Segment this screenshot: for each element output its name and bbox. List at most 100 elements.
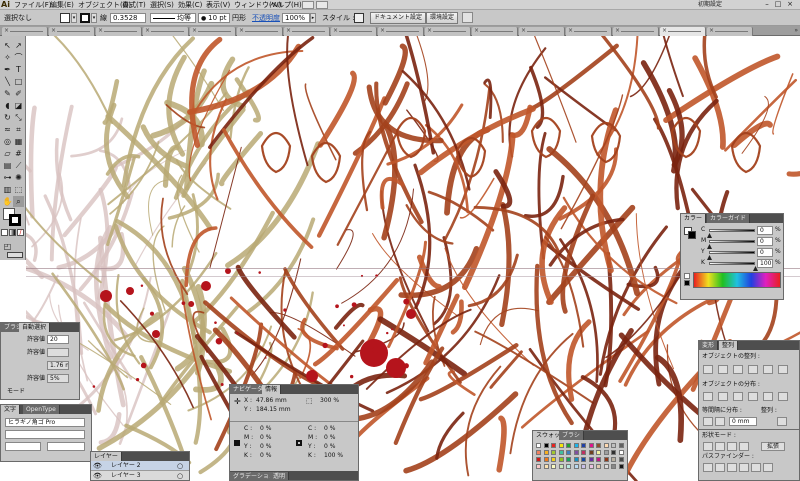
font-family-field[interactable]: ヒラギノ角ゴ Pro	[5, 418, 85, 427]
document-tab[interactable]: ×	[613, 27, 659, 36]
document-tab[interactable]: ×	[519, 27, 565, 36]
close-tab-icon[interactable]: ×	[239, 27, 244, 35]
document-tab[interactable]: ×	[331, 27, 377, 36]
eraser-tool-icon[interactable]: ◪	[13, 100, 24, 111]
tab-overflow-icon[interactable]: »	[794, 27, 798, 35]
target-icon[interactable]: ○	[177, 462, 183, 470]
color-swatch[interactable]	[603, 450, 609, 455]
screen-mode-icon[interactable]	[7, 252, 23, 258]
color-swatch[interactable]	[581, 443, 586, 448]
color-swatch[interactable]	[536, 450, 541, 455]
bridge-button[interactable]	[302, 1, 314, 9]
color-swatch[interactable]	[551, 450, 556, 455]
color-swatch[interactable]	[596, 443, 601, 448]
channel-y-field[interactable]: 0	[757, 248, 773, 257]
color-swatch[interactable]	[558, 443, 564, 448]
color-swatch[interactable]	[611, 450, 616, 455]
shape-builder-icon[interactable]: ◎	[2, 136, 13, 147]
unite-icon[interactable]	[703, 442, 713, 451]
outline-icon[interactable]	[751, 463, 761, 472]
target-icon[interactable]: ○	[177, 472, 183, 480]
color-swatch[interactable]	[543, 464, 549, 469]
tab-character[interactable]: 文字	[1, 405, 21, 414]
scale-tool-icon[interactable]: ⤡	[13, 112, 24, 123]
workspace-switcher[interactable]: 初期設定	[698, 0, 722, 10]
color-swatch[interactable]	[611, 457, 616, 462]
color-swatch[interactable]	[566, 457, 571, 462]
align-center-v-icon[interactable]	[763, 365, 773, 374]
tab-transparency[interactable]: 透明	[270, 472, 290, 480]
opacity-field[interactable]: 100%	[282, 13, 310, 23]
color-swatch[interactable]	[581, 457, 586, 462]
close-tab-icon[interactable]: ×	[192, 27, 197, 35]
color-swatch[interactable]	[618, 457, 624, 462]
color-swatch[interactable]	[551, 443, 556, 448]
document-tab[interactable]: ×	[96, 27, 142, 36]
arrange-icon[interactable]	[462, 12, 473, 23]
distribute-center-h-icon[interactable]	[763, 392, 773, 401]
close-tab-icon[interactable]: ×	[427, 27, 432, 35]
free-transform-icon[interactable]: ⌗	[13, 124, 24, 135]
document-setup-button[interactable]: ドキュメント設定	[370, 12, 427, 24]
variable-width-profile[interactable]: 均等	[150, 13, 196, 23]
close-tab-icon[interactable]: ×	[615, 27, 620, 35]
channel-m-field[interactable]: 0	[757, 237, 773, 246]
brush-tool-icon[interactable]: ✎	[2, 88, 13, 99]
color-swatch[interactable]	[611, 464, 616, 469]
mesh-tool-icon[interactable]: #	[13, 148, 24, 159]
exclude-icon[interactable]	[739, 442, 749, 451]
color-swatch[interactable]	[566, 443, 571, 448]
draw-mode-icon[interactable]: ◰	[2, 241, 13, 252]
color-swatch[interactable]	[558, 450, 564, 455]
color-swatch[interactable]	[566, 464, 571, 469]
tab-auto-select[interactable]: 自動選択	[19, 323, 51, 332]
direct-selection-icon[interactable]: ↗	[13, 40, 24, 51]
document-tab[interactable]: ×	[660, 27, 706, 36]
align-right-icon[interactable]	[733, 365, 743, 374]
channel-c-field[interactable]: 0	[757, 226, 773, 235]
blend-tool-icon[interactable]: ⊶	[2, 172, 13, 183]
color-swatch[interactable]	[536, 457, 541, 462]
fill-dropdown[interactable]: ▾	[71, 13, 77, 23]
distribute-right-icon[interactable]	[778, 392, 788, 401]
symbol-sprayer-icon[interactable]: ✺	[13, 172, 24, 183]
gradient-tool-icon[interactable]: ▤	[2, 160, 13, 171]
channel-k-field[interactable]: 100	[757, 259, 773, 268]
color-swatch[interactable]	[558, 464, 564, 469]
color-swatch[interactable]	[573, 450, 579, 455]
maximize-button[interactable]: □	[773, 0, 783, 9]
tab-opentype[interactable]: OpenType	[23, 405, 60, 414]
distribute-horizontal-space-icon[interactable]	[715, 417, 725, 426]
distribute-left-icon[interactable]	[748, 392, 758, 401]
arrange-documents-button[interactable]	[316, 1, 328, 9]
tab-color[interactable]: カラー	[681, 214, 707, 223]
distribute-top-icon[interactable]	[703, 392, 713, 401]
close-tab-icon[interactable]: ×	[286, 27, 291, 35]
eye-icon[interactable]: 👁	[93, 472, 102, 480]
layer-row[interactable]: 👁 レイヤー 2 ○	[91, 461, 189, 471]
hand-tool-icon[interactable]: ✋	[2, 196, 13, 207]
font-size-field[interactable]	[5, 442, 41, 451]
fill-swatch[interactable]	[60, 13, 70, 23]
color-swatch[interactable]	[543, 457, 549, 462]
gradient-mode-icon[interactable]	[9, 229, 16, 236]
color-swatch[interactable]	[536, 464, 541, 469]
menu-edit[interactable]: 編集(E)	[50, 0, 74, 10]
color-swatch[interactable]	[588, 443, 594, 448]
color-swatch[interactable]	[596, 464, 601, 469]
crop-icon[interactable]	[739, 463, 749, 472]
color-swatch[interactable]	[588, 457, 594, 462]
color-swatch[interactable]	[573, 457, 579, 462]
type-tool-icon[interactable]: T	[13, 64, 24, 75]
leading-field[interactable]	[47, 442, 85, 451]
pen-tool-icon[interactable]: ✒	[2, 64, 13, 75]
close-button[interactable]: ×	[785, 0, 795, 9]
font-style-field[interactable]	[5, 430, 85, 439]
warp-tool-icon[interactable]: ≈	[2, 124, 13, 135]
divide-icon[interactable]	[703, 463, 713, 472]
color-mode-icon[interactable]	[1, 229, 8, 236]
live-paint-icon[interactable]: ▦	[13, 136, 24, 147]
document-tab[interactable]: ×	[143, 27, 189, 36]
eyedropper-icon[interactable]: ⟋	[13, 160, 24, 171]
color-swatch[interactable]	[603, 457, 609, 462]
